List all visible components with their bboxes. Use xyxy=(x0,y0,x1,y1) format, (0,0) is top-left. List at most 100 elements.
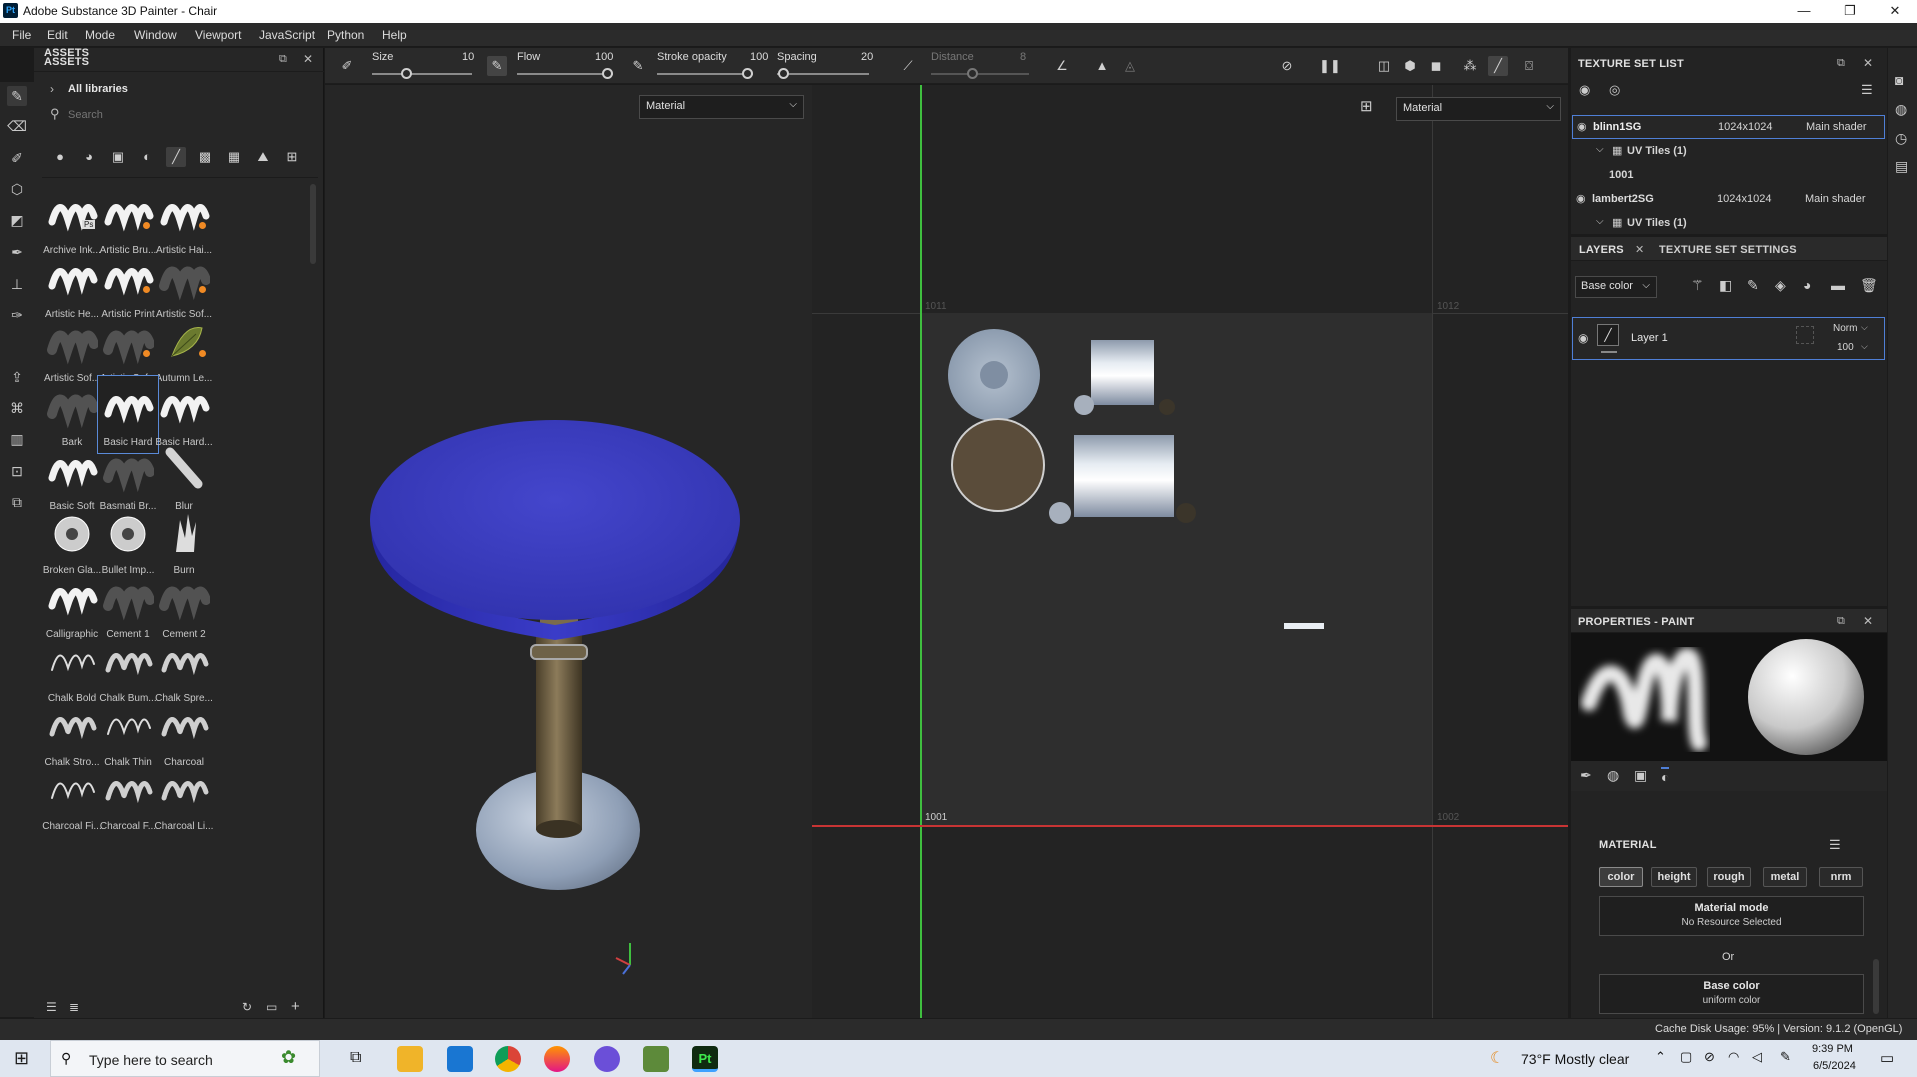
menu-python[interactable]: Python xyxy=(327,28,364,42)
alpha-filter-icon[interactable]: ▦ xyxy=(224,147,244,167)
alpha-properties-icon[interactable]: ◍ xyxy=(1607,767,1619,784)
distance-slider-knob[interactable] xyxy=(967,68,978,79)
texture-filter-icon[interactable]: ▩ xyxy=(195,147,215,167)
close-panel-icon[interactable]: ✕ xyxy=(1863,56,1873,70)
texture-set-shader[interactable]: Main shader xyxy=(1805,193,1866,205)
assets-scrollbar[interactable] xyxy=(310,184,316,264)
uv-tile-entry[interactable]: 1001 xyxy=(1572,164,1885,188)
export-icon[interactable]: ⇪ xyxy=(7,367,27,387)
assets-search[interactable]: ⚲ xyxy=(44,104,309,126)
stroke-opacity-value[interactable]: 100 xyxy=(750,51,768,63)
spacing-slider[interactable] xyxy=(777,73,869,75)
pressure-size-icon[interactable]: ✎ xyxy=(487,56,507,76)
chevron-down-icon[interactable]: ⌵ xyxy=(1861,322,1868,333)
pause-icon[interactable]: ❚❚ xyxy=(1319,56,1341,76)
add-paint-layer-icon[interactable]: ✎ xyxy=(1747,277,1759,294)
brush-filter-icon[interactable]: ╱ xyxy=(166,147,186,167)
maximize-button[interactable]: ❐ xyxy=(1827,0,1873,23)
float-panel-icon[interactable]: ⧉ xyxy=(279,53,287,66)
properties-scrollbar[interactable] xyxy=(1873,959,1879,1014)
float-panel-icon[interactable]: ⧉ xyxy=(1837,57,1845,70)
add-folder-icon[interactable]: ▬ xyxy=(1831,277,1845,293)
tray-camera-icon[interactable]: ⊘ xyxy=(1704,1049,1715,1065)
chip-color[interactable]: color xyxy=(1599,867,1643,887)
close-panel-icon[interactable]: ✕ xyxy=(303,52,313,66)
minecraft-icon[interactable] xyxy=(643,1046,669,1072)
distance-value[interactable]: 8 xyxy=(1020,51,1026,63)
lazy-mouse-icon[interactable]: ⟋ xyxy=(898,56,918,76)
bake-icon[interactable]: ⌘ xyxy=(7,398,27,418)
history-icon[interactable]: ◷ xyxy=(1895,130,1907,147)
flow-value[interactable]: 100 xyxy=(595,51,613,63)
brush-properties-icon[interactable]: ✒ xyxy=(1580,767,1592,784)
material-filter-icon[interactable]: ● xyxy=(50,147,70,167)
texture-set-row[interactable]: ◉ blinn1SG 1024x1024 Main shader xyxy=(1572,115,1885,139)
windows-start-icon[interactable]: ⊞ xyxy=(14,1048,29,1069)
particles-icon[interactable]: ⁂ xyxy=(1460,56,1480,76)
spacing-slider-knob[interactable] xyxy=(778,68,789,79)
visibility-eye-icon[interactable]: ◉ xyxy=(1577,120,1587,133)
smudge-tool-icon[interactable]: ◩ xyxy=(7,210,27,230)
layer-visibility-eye-icon[interactable]: ◉ xyxy=(1578,331,1588,345)
close-panel-icon[interactable]: ✕ xyxy=(1863,614,1873,628)
screenshot-icon[interactable]: ⌼ xyxy=(1519,56,1539,76)
distance-slider[interactable] xyxy=(931,73,1029,75)
substance-painter-taskbar-icon[interactable]: Pt xyxy=(692,1046,718,1072)
material-mode-slot[interactable]: Material mode No Resource Selected xyxy=(1599,896,1864,936)
symmetry-icon[interactable]: ▲ xyxy=(1092,56,1112,76)
panel-menu-icon[interactable]: ☰ xyxy=(1861,82,1873,98)
paint-brush-tool-icon[interactable]: ✎ xyxy=(7,86,27,106)
firefox-icon[interactable] xyxy=(544,1046,570,1072)
clock-time[interactable]: 9:39 PM xyxy=(1812,1043,1853,1055)
brush-thumbnail[interactable]: Charcoal Li... xyxy=(154,760,214,837)
smart-mask-filter-icon[interactable]: ◐ xyxy=(137,147,157,167)
list-view-icon[interactable]: ≣ xyxy=(69,1000,79,1014)
assets-search-input[interactable] xyxy=(68,105,298,125)
hide-ui-icon[interactable]: ⊘ xyxy=(1277,56,1297,76)
menu-javascript[interactable]: JavaScript xyxy=(259,28,315,42)
menu-window[interactable]: Window xyxy=(134,28,177,42)
projection-tool-icon[interactable]: ✐ xyxy=(7,148,27,168)
volume-icon[interactable]: ◁ xyxy=(1752,1049,1762,1065)
brush-thumbnail[interactable]: Charcoal Fi... xyxy=(42,760,102,837)
tab-layers[interactable]: LAYERS xyxy=(1579,244,1624,256)
clone-tool-icon[interactable]: ✒ xyxy=(7,242,27,262)
paint-mode-icon[interactable]: ╱ xyxy=(1488,56,1508,76)
chrome-icon[interactable] xyxy=(495,1046,521,1072)
trash-tool-icon[interactable]: ▥ xyxy=(7,429,27,449)
color-picker-tool-icon[interactable]: ✑ xyxy=(7,305,27,325)
taskbar-search[interactable]: ⚲ Type here to search ✿ xyxy=(50,1040,320,1077)
stroke-opacity-knob[interactable] xyxy=(742,68,753,79)
chip-nrm[interactable]: nrm xyxy=(1819,867,1863,887)
minimize-button[interactable]: — xyxy=(1781,0,1827,23)
tab-texture-set-settings[interactable]: TEXTURE SET SETTINGS xyxy=(1659,244,1797,256)
mask-filter-icon[interactable]: ▣ xyxy=(108,147,128,167)
menu-help[interactable]: Help xyxy=(382,28,407,42)
clock-date[interactable]: 6/5/2024 xyxy=(1813,1060,1856,1072)
chip-metal[interactable]: metal xyxy=(1763,867,1807,887)
stencil-properties-icon[interactable]: ▣ xyxy=(1634,767,1647,784)
uv-tiles-row[interactable]: ⌵ ▦ UV Tiles (1) xyxy=(1572,212,1885,236)
display-settings-icon[interactable]: ◙ xyxy=(1895,72,1903,88)
material-menu-icon[interactable]: ☰ xyxy=(1829,837,1841,853)
split-view-icon[interactable]: ◫ xyxy=(1374,56,1394,76)
pressure-flow-icon[interactable]: ✎ xyxy=(628,56,648,76)
smart-material-filter-icon[interactable]: ◕ xyxy=(79,147,99,167)
viewport-2d-uv[interactable]: 1011 1012 1001 1002 ⊞ Material ⌵ xyxy=(812,85,1568,1018)
layer-row[interactable]: ◉ ╱ Layer 1 Norm ⌵ 100 ⌵ xyxy=(1572,317,1885,360)
flow-slider-knob[interactable] xyxy=(602,68,613,79)
notification-icon[interactable]: ▭ xyxy=(1880,1049,1894,1067)
pen-icon[interactable]: ✎ xyxy=(1780,1049,1791,1065)
eye-icon[interactable]: ◎ xyxy=(1609,82,1620,98)
all-assets-grid-icon[interactable]: ⊞ xyxy=(282,147,302,167)
brush-preset-icon[interactable]: ✐ xyxy=(337,56,357,76)
add-asset-icon[interactable]: + xyxy=(291,998,300,1015)
discord-icon[interactable] xyxy=(594,1046,620,1072)
library-icon[interactable]: ⧉ xyxy=(7,492,27,512)
log-icon[interactable]: ▤ xyxy=(1895,158,1908,175)
angle-icon[interactable]: ∠ xyxy=(1052,56,1072,76)
library-breadcrumb[interactable]: › All libraries xyxy=(44,78,309,102)
flow-slider[interactable] xyxy=(517,73,613,75)
brush-thumbnail[interactable]: Charcoal F... xyxy=(98,760,158,837)
shader-settings-icon[interactable]: ◍ xyxy=(1895,101,1907,118)
